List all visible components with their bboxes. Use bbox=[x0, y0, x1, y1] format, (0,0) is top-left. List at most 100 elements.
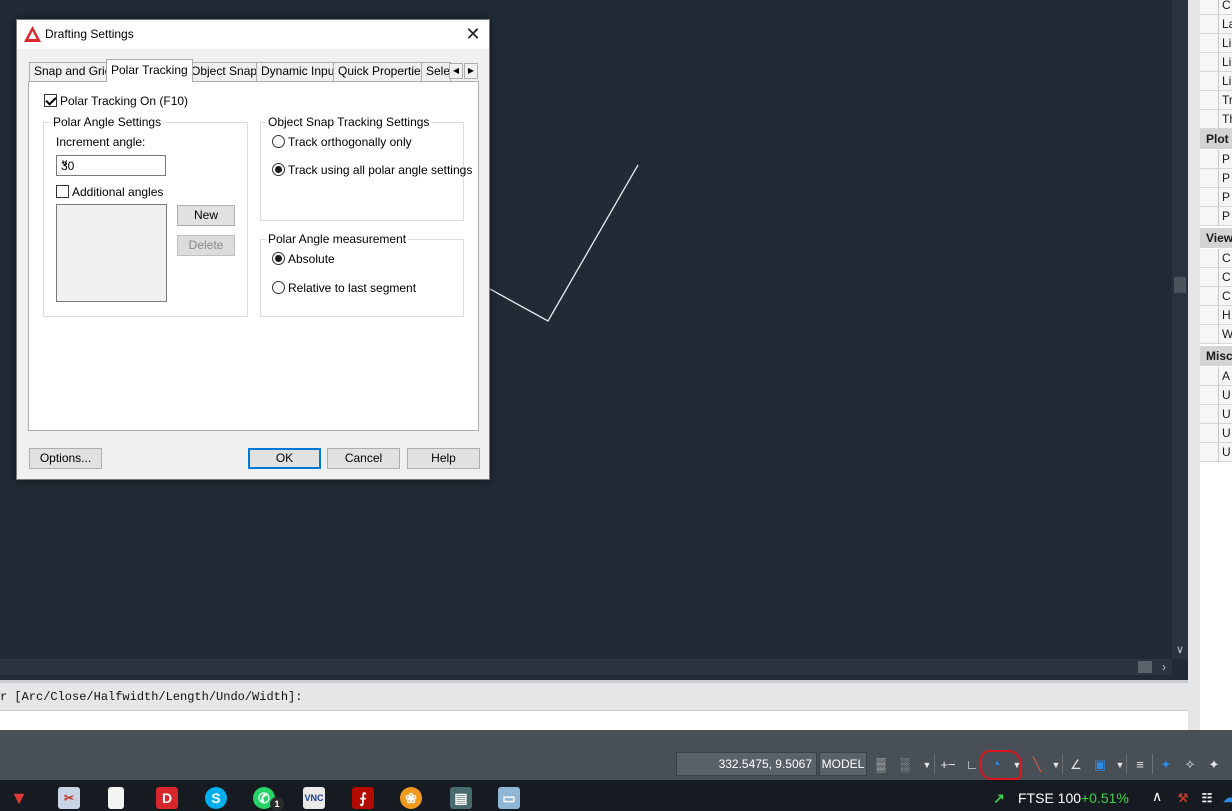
close-icon[interactable]: ✕ bbox=[461, 23, 485, 45]
lineweight-icon[interactable]: ≡ bbox=[1131, 756, 1149, 774]
autocad-icon[interactable]: D bbox=[156, 787, 178, 809]
absolute-label[interactable]: Absolute bbox=[288, 252, 335, 266]
palette-category-view[interactable]: View bbox=[1200, 228, 1232, 248]
palette-row[interactable]: P bbox=[1200, 150, 1232, 169]
palette-row[interactable]: U bbox=[1200, 443, 1232, 462]
tab-polar-tracking[interactable]: Polar Tracking bbox=[106, 59, 193, 82]
tray-expand-icon[interactable]: ∧ bbox=[1152, 788, 1162, 805]
palette-row[interactable]: La bbox=[1200, 15, 1232, 34]
additional-angles-label[interactable]: Additional angles bbox=[72, 185, 163, 199]
tray-network-icon[interactable]: ☷ bbox=[1196, 787, 1218, 809]
document-app-icon[interactable]: ▤ bbox=[450, 787, 472, 809]
additional-angles-list[interactable] bbox=[56, 204, 167, 302]
notepad-icon[interactable] bbox=[108, 787, 124, 809]
palette-row[interactable]: U bbox=[1200, 405, 1232, 424]
palette-row[interactable]: Tr bbox=[1200, 91, 1232, 110]
help-button[interactable]: Help bbox=[407, 448, 480, 469]
track-polar-angles-radio[interactable] bbox=[272, 163, 285, 176]
tray-app-icon[interactable]: ⚒ bbox=[1172, 787, 1194, 809]
increment-angle-select[interactable]: 30 ∨ bbox=[56, 155, 166, 176]
palette-row[interactable]: C bbox=[1200, 0, 1232, 15]
isometric-drafting-icon[interactable]: ╲ bbox=[1028, 756, 1046, 774]
command-input[interactable] bbox=[0, 710, 1188, 730]
model-space-button[interactable]: MODEL bbox=[819, 752, 867, 776]
delete-angle-button[interactable]: Delete bbox=[177, 235, 235, 256]
status-bar: 332.5475, 9.5067 MODEL ▒ ░ ▼ +− ∟ ◔ ▼ ╲ … bbox=[0, 730, 1232, 780]
horizontal-scroll-thumb[interactable] bbox=[1138, 661, 1152, 673]
palette-row-label: C bbox=[1222, 289, 1231, 303]
palette-row[interactable]: Th bbox=[1200, 110, 1232, 129]
vertical-scrollbar[interactable]: ∨ bbox=[1172, 0, 1188, 659]
polyline-segments[interactable] bbox=[469, 164, 639, 322]
skype-icon[interactable]: S bbox=[205, 787, 227, 809]
object-snap-tracking-icon[interactable]: ∠ bbox=[1067, 756, 1085, 774]
palette-row-label: C bbox=[1222, 270, 1231, 284]
vivaldi-icon[interactable]: ▼ bbox=[8, 787, 30, 809]
acrobat-reader-icon[interactable]: ⨍ bbox=[352, 787, 374, 809]
polar-tracking-on-checkbox[interactable] bbox=[44, 94, 57, 107]
stock-trend-icon[interactable]: ↗ bbox=[988, 787, 1010, 809]
file-app-icon[interactable]: ▭ bbox=[498, 787, 520, 809]
coordinates-readout[interactable]: 332.5475, 9.5067 bbox=[676, 752, 817, 776]
scroll-right-arrow-icon[interactable]: › bbox=[1156, 659, 1172, 675]
annotation-scale-icon[interactable]: ✦ bbox=[1205, 756, 1223, 774]
palette-row[interactable]: P bbox=[1200, 188, 1232, 207]
palette-strip[interactable] bbox=[1188, 0, 1200, 730]
tab-selection[interactable]: Sele bbox=[421, 62, 451, 81]
vertical-scroll-thumb[interactable] bbox=[1174, 277, 1186, 293]
cancel-button[interactable]: Cancel bbox=[327, 448, 400, 469]
tab-quick-properties[interactable]: Quick Properties bbox=[333, 62, 432, 81]
palette-row[interactable]: P bbox=[1200, 169, 1232, 188]
track-orthogonally-radio[interactable] bbox=[272, 135, 285, 148]
palette-row[interactable]: Li bbox=[1200, 34, 1232, 53]
vnc-viewer-icon[interactable]: VNC bbox=[303, 787, 325, 809]
tab-scroll-left-icon[interactable]: ◀ bbox=[449, 63, 463, 79]
scroll-down-arrow-icon[interactable]: ∨ bbox=[1172, 643, 1188, 657]
stock-ticker-change[interactable]: +0.51% bbox=[1081, 790, 1129, 806]
palette-row[interactable]: U bbox=[1200, 424, 1232, 443]
palette-row[interactable]: W bbox=[1200, 325, 1232, 344]
snap-icon[interactable]: ░ bbox=[896, 756, 914, 774]
grid-icon[interactable]: ▒ bbox=[872, 756, 890, 774]
absolute-radio[interactable] bbox=[272, 252, 285, 265]
increment-angle-label: Increment angle: bbox=[56, 135, 146, 149]
tab-dynamic-input[interactable]: Dynamic Input bbox=[256, 62, 343, 81]
ok-button[interactable]: OK bbox=[248, 448, 321, 469]
relative-to-last-segment-radio[interactable] bbox=[272, 281, 285, 294]
palette-row[interactable]: H bbox=[1200, 306, 1232, 325]
palette-row[interactable]: P bbox=[1200, 207, 1232, 226]
additional-angles-checkbox[interactable] bbox=[56, 185, 69, 198]
tab-scroll-right-icon[interactable]: ▶ bbox=[464, 63, 478, 79]
infer-constraints-icon[interactable]: +− bbox=[939, 756, 957, 774]
palette-row[interactable]: C bbox=[1200, 268, 1232, 287]
ortho-icon[interactable]: ∟ bbox=[963, 756, 981, 774]
tray-cloud-icon[interactable]: ☁ bbox=[1218, 787, 1232, 809]
horizontal-scrollbar[interactable]: › bbox=[0, 659, 1172, 675]
palette-category-plot[interactable]: Plot bbox=[1200, 129, 1232, 149]
palette-row[interactable]: A bbox=[1200, 367, 1232, 386]
annotation-visibility-icon[interactable]: ✦ bbox=[1157, 756, 1175, 774]
paint-app-icon[interactable]: ❀ bbox=[400, 787, 422, 809]
snipping-tool-icon[interactable]: ✂ bbox=[58, 787, 80, 809]
polar-tracking-on-label[interactable]: Polar Tracking On (F10) bbox=[60, 94, 188, 108]
palette-row[interactable]: U bbox=[1200, 386, 1232, 405]
track-polar-angles-label[interactable]: Track using all polar angle settings bbox=[288, 163, 472, 177]
polar-angle-measurement-title: Polar Angle measurement bbox=[266, 232, 409, 246]
stock-ticker-name[interactable]: FTSE 100 bbox=[1018, 790, 1081, 806]
command-history: r [Arc/Close/Halfwidth/Length/Undo/Width… bbox=[0, 690, 303, 704]
options-button[interactable]: Options... bbox=[29, 448, 102, 469]
new-angle-button[interactable]: New bbox=[177, 205, 235, 226]
object-snap-icon[interactable]: ▣ bbox=[1091, 756, 1109, 774]
track-orthogonally-label[interactable]: Track orthogonally only bbox=[288, 135, 412, 149]
relative-to-last-segment-label[interactable]: Relative to last segment bbox=[288, 281, 416, 295]
tab-object-snap[interactable]: Object Snap bbox=[186, 62, 263, 81]
palette-row[interactable]: Li bbox=[1200, 53, 1232, 72]
dialog-titlebar[interactable]: Drafting Settings ✕ bbox=[17, 20, 489, 49]
palette-row[interactable]: C bbox=[1200, 287, 1232, 306]
palette-row[interactable]: C bbox=[1200, 249, 1232, 268]
palette-category-label: Plot bbox=[1206, 132, 1229, 146]
palette-row[interactable]: Li bbox=[1200, 72, 1232, 91]
palette-category-misc[interactable]: Misc bbox=[1200, 346, 1232, 366]
auto-scale-icon[interactable]: ✧ bbox=[1181, 756, 1199, 774]
tab-snap-and-grid[interactable]: Snap and Grid bbox=[29, 62, 117, 81]
